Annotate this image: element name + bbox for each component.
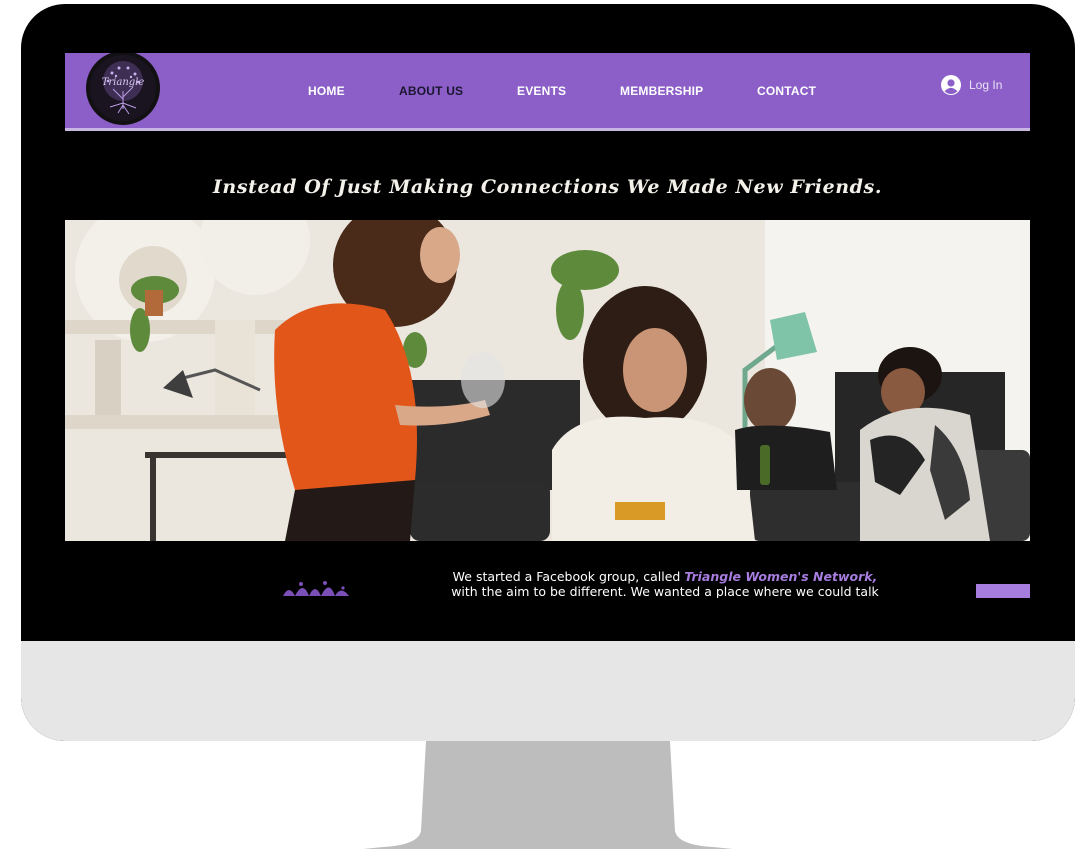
nav-membership[interactable]: MEMBERSHIP <box>620 84 703 98</box>
user-avatar-icon <box>941 75 961 95</box>
monitor-frame: Triangle HOME ABOUT US EVENTS MEMBERSHIP… <box>21 4 1075 741</box>
login-button[interactable]: Log In <box>941 75 1002 95</box>
nav-about-us[interactable]: ABOUT US <box>399 84 463 98</box>
site-header: Triangle HOME ABOUT US EVENTS MEMBERSHIP… <box>65 53 1030 131</box>
side-panel-button[interactable] <box>976 584 1030 598</box>
tree-logo-icon <box>90 55 156 121</box>
nav-events[interactable]: EVENTS <box>517 84 566 98</box>
page-headline: Instead Of Just Making Connections We Ma… <box>212 176 883 198</box>
intro-paragraph: We started a Facebook group, called Tria… <box>445 569 885 598</box>
website-screen: Triangle HOME ABOUT US EVENTS MEMBERSHIP… <box>65 53 1030 598</box>
intro-text-before: We started a Facebook group, called <box>452 569 685 584</box>
group-name-link[interactable]: Triangle Women's Network, <box>684 569 877 584</box>
hero-image <box>65 220 1030 541</box>
logo-text: Triangle <box>101 77 145 88</box>
nav-home[interactable]: HOME <box>308 84 345 98</box>
office-scene-illustration <box>65 220 1030 541</box>
monitor-stand <box>363 741 733 849</box>
nav-contact[interactable]: CONTACT <box>757 84 816 98</box>
leaf-decoration-icon <box>273 576 363 598</box>
monitor-chin <box>21 641 1075 741</box>
intro-text-after: with the aim to be different. We wanted … <box>451 584 879 598</box>
site-logo[interactable]: Triangle <box>86 53 160 125</box>
login-label: Log In <box>969 78 1003 92</box>
